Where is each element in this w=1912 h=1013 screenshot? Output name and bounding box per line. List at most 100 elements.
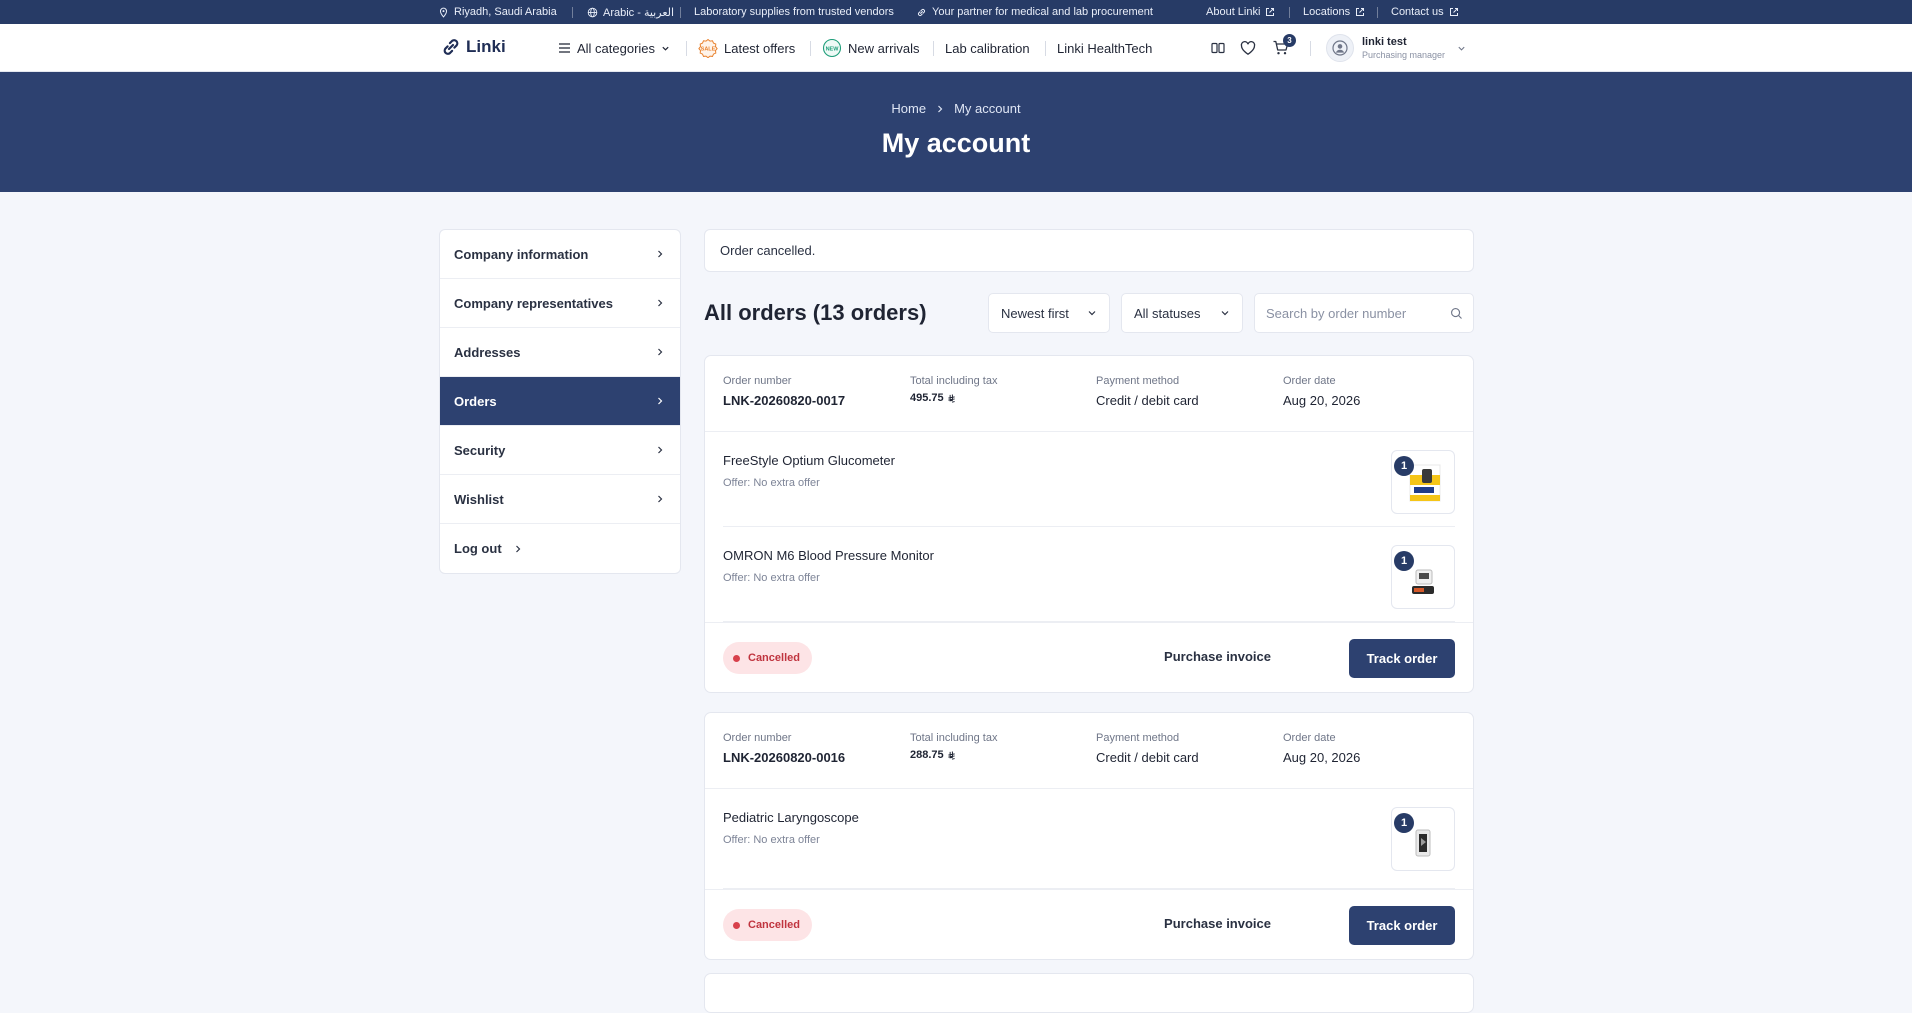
location-pin-icon xyxy=(438,7,449,18)
order-payment-field: Payment method Credit / debit card xyxy=(1096,732,1199,765)
order-total-amount: 288.75 xyxy=(910,749,944,761)
nav-lab-calibration[interactable]: Lab calibration xyxy=(945,24,1030,72)
sidebar-item-label: Orders xyxy=(454,393,497,409)
compare-icon xyxy=(1209,39,1227,57)
item-offer: Offer: No extra offer xyxy=(723,572,820,584)
user-name: linki test xyxy=(1362,36,1407,48)
nav-new-arrivals[interactable]: NEW New arrivals xyxy=(822,24,920,72)
user-menu[interactable]: linki test Purchasing manager xyxy=(1326,32,1466,64)
nav-new-arrivals-label: New arrivals xyxy=(848,40,920,56)
breadcrumb-home[interactable]: Home xyxy=(891,101,926,116)
nav-all-categories[interactable]: All categories xyxy=(558,24,670,72)
track-order-button[interactable]: Track order xyxy=(1349,906,1455,945)
tagline-partner: Your partner for medical and lab procure… xyxy=(916,0,1153,24)
chevron-down-icon xyxy=(1087,308,1097,318)
svg-text:SALE: SALE xyxy=(701,47,716,53)
order-payment-value: Credit / debit card xyxy=(1096,750,1199,765)
sidebar-item-company-information[interactable]: Company information xyxy=(440,230,680,279)
search-icon[interactable] xyxy=(1450,307,1463,320)
order-date-field: Order date Aug 20, 2026 xyxy=(1283,375,1360,408)
order-total-value: 288.75 xyxy=(910,749,997,761)
order-card: Order number LNK-20260820-0016 Total inc… xyxy=(704,712,1474,960)
product-thumbnail[interactable]: 1 xyxy=(1391,450,1455,514)
status-alert: Order cancelled. xyxy=(704,229,1474,272)
order-number-field: Order number LNK-20260820-0016 xyxy=(723,732,845,765)
sidebar-item-company-representatives[interactable]: Company representatives xyxy=(440,279,680,328)
item-name[interactable]: Pediatric Laryngoscope xyxy=(723,810,859,825)
order-card: Order number LNK-20260820-0017 Total inc… xyxy=(704,355,1474,693)
status-filter-value: All statuses xyxy=(1134,305,1201,321)
site-logo[interactable]: Linki xyxy=(440,36,506,58)
order-total-label: Total including tax xyxy=(910,375,998,387)
product-thumbnail[interactable]: 1 xyxy=(1391,545,1455,609)
chevron-right-icon xyxy=(656,495,664,503)
order-number-value: LNK-20260820-0016 xyxy=(723,750,846,765)
sidebar-item-addresses[interactable]: Addresses xyxy=(440,328,680,377)
chevron-right-icon xyxy=(656,250,664,258)
order-card-footer: Cancelled Purchase invoice Track order xyxy=(705,622,1473,692)
track-order-button[interactable]: Track order xyxy=(1349,639,1455,678)
menu-icon xyxy=(558,42,571,54)
order-date-value: Aug 20, 2026 xyxy=(1283,393,1361,408)
order-payment-value: Credit / debit card xyxy=(1096,393,1199,408)
order-card xyxy=(704,973,1474,1013)
order-total-amount: 495.75 xyxy=(910,392,944,404)
purchase-invoice-button[interactable]: Purchase invoice xyxy=(1164,649,1271,664)
sort-select-value: Newest first xyxy=(1001,305,1069,321)
top-bar: Riyadh, Saudi Arabia Arabic - العربية La… xyxy=(0,0,1912,24)
order-total-label: Total including tax xyxy=(910,732,998,744)
chevron-right-icon xyxy=(656,299,664,307)
product-thumbnail[interactable]: 1 xyxy=(1391,807,1455,871)
location-selector[interactable]: Riyadh, Saudi Arabia xyxy=(438,0,557,24)
cart-count-badge: 3 xyxy=(1283,34,1296,47)
order-total-value: 495.75 xyxy=(910,392,997,404)
sidebar-item-security[interactable]: Security xyxy=(440,426,680,475)
about-link[interactable]: About Linki xyxy=(1206,0,1275,24)
breadcrumb: Home My account xyxy=(0,101,1912,116)
item-name[interactable]: OMRON M6 Blood Pressure Monitor xyxy=(723,548,934,563)
logo-text: Linki xyxy=(466,37,506,56)
nav-linki-healthtech-label: Linki HealthTech xyxy=(1057,40,1153,56)
order-total-field: Total including tax 288.75 xyxy=(910,732,997,761)
status-dot-icon xyxy=(733,654,740,662)
sort-select[interactable]: Newest first xyxy=(988,293,1110,333)
nav-linki-healthtech[interactable]: Linki HealthTech xyxy=(1057,24,1152,72)
order-payment-label: Payment method xyxy=(1096,732,1180,744)
order-search xyxy=(1254,293,1474,333)
tagline-vendors-text: Laboratory supplies from trusted vendors xyxy=(694,6,894,18)
language-selector[interactable]: Arabic - العربية xyxy=(587,0,674,24)
status-filter-select[interactable]: All statuses xyxy=(1121,293,1243,333)
link-icon xyxy=(916,7,927,18)
about-link-label: About Linki xyxy=(1206,6,1261,18)
item-offer: Offer: No extra offer xyxy=(723,477,820,489)
item-quantity-badge: 1 xyxy=(1394,551,1414,571)
sidebar-item-wishlist[interactable]: Wishlist xyxy=(440,475,680,524)
wishlist-button[interactable] xyxy=(1239,39,1257,57)
compare-button[interactable] xyxy=(1209,39,1227,57)
order-number-value: LNK-20260820-0017 xyxy=(723,393,846,408)
contact-link[interactable]: Contact us xyxy=(1391,0,1459,24)
chevron-down-icon xyxy=(1220,308,1230,318)
nav-latest-offers[interactable]: SALE Latest offers xyxy=(698,24,795,72)
purchase-invoice-button[interactable]: Purchase invoice xyxy=(1164,916,1271,931)
avatar xyxy=(1326,34,1354,62)
cart-button[interactable]: 3 xyxy=(1272,34,1296,57)
item-name[interactable]: FreeStyle Optium Glucometer xyxy=(723,453,895,468)
account-sidebar: Company information Company representati… xyxy=(439,229,681,574)
order-card-footer: Cancelled Purchase invoice Track order xyxy=(705,889,1473,959)
order-item: FreeStyle Optium Glucometer Offer: No ex… xyxy=(723,432,1455,527)
chevron-right-icon xyxy=(656,397,664,405)
sidebar-item-log-out[interactable]: Log out xyxy=(440,524,680,573)
locations-link[interactable]: Locations xyxy=(1303,0,1365,24)
sidebar-item-label: Company representatives xyxy=(454,295,613,311)
chevron-right-icon xyxy=(656,348,664,356)
status-badge: Cancelled xyxy=(723,642,812,674)
external-link-icon xyxy=(1449,7,1459,17)
order-search-input[interactable] xyxy=(1266,305,1450,321)
nav-lab-calibration-label: Lab calibration xyxy=(945,40,1030,56)
sidebar-item-label: Log out xyxy=(454,541,502,556)
order-date-label: Order date xyxy=(1283,732,1336,744)
item-quantity-badge: 1 xyxy=(1394,456,1414,476)
sidebar-item-orders[interactable]: Orders xyxy=(440,377,680,426)
external-link-icon xyxy=(1265,7,1275,17)
